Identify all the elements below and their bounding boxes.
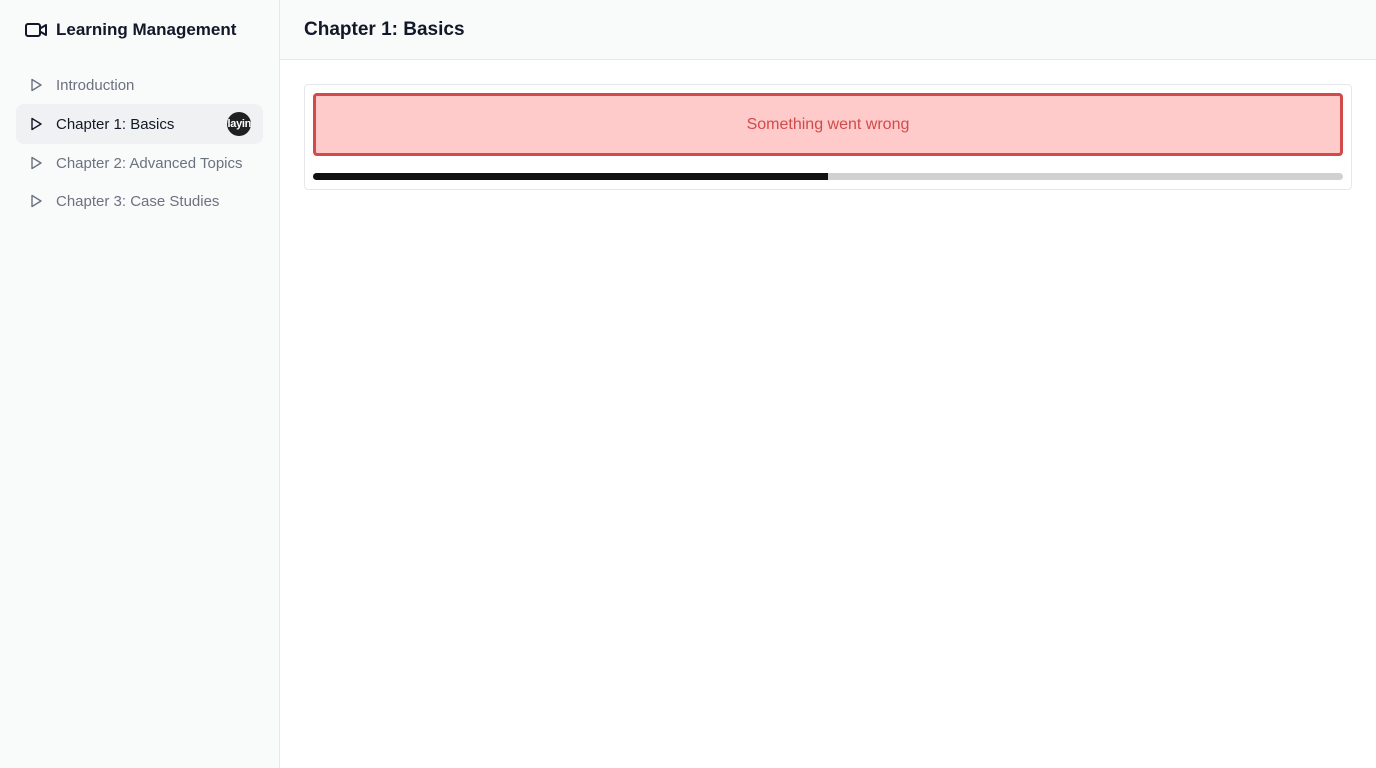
sidebar-item-chapter-2[interactable]: Chapter 2: Advanced Topics: [16, 144, 263, 182]
content: Something went wrong: [280, 60, 1376, 190]
sidebar-item-label: Chapter 1: Basics: [56, 115, 175, 133]
app-title: Learning Management: [56, 20, 237, 39]
app-root: Learning Management Introduction Chapter…: [0, 0, 1376, 768]
page-title: Chapter 1: Basics: [304, 18, 465, 40]
brand: Learning Management: [16, 0, 263, 60]
sidebar-item-chapter-1[interactable]: Chapter 1: Basics Playing: [16, 104, 263, 144]
sidebar: Learning Management Introduction Chapter…: [0, 0, 280, 768]
progress-bar[interactable]: [313, 173, 1343, 180]
play-icon: [28, 116, 44, 132]
video-player[interactable]: Something went wrong: [304, 84, 1352, 190]
playing-badge: Playing: [227, 112, 251, 136]
sidebar-item-label: Introduction: [56, 76, 135, 94]
error-alert: Something went wrong: [313, 93, 1343, 156]
sidebar-item-introduction[interactable]: Introduction: [16, 66, 263, 104]
sidebar-item-chapter-3[interactable]: Chapter 3: Case Studies: [16, 182, 263, 220]
progress-bar-fill: [313, 173, 828, 180]
main-area: Chapter 1: Basics Something went wrong: [280, 0, 1376, 768]
error-message: Something went wrong: [746, 115, 910, 133]
play-icon: [28, 77, 44, 93]
chapter-nav: Introduction Chapter 1: Basics Playing C…: [16, 66, 263, 220]
sidebar-item-label: Chapter 2: Advanced Topics: [56, 154, 243, 172]
sidebar-item-label: Chapter 3: Case Studies: [56, 192, 220, 210]
play-icon: [28, 155, 44, 171]
play-icon: [28, 193, 44, 209]
video-camera-icon: [24, 18, 48, 42]
page-header: Chapter 1: Basics: [280, 0, 1376, 60]
